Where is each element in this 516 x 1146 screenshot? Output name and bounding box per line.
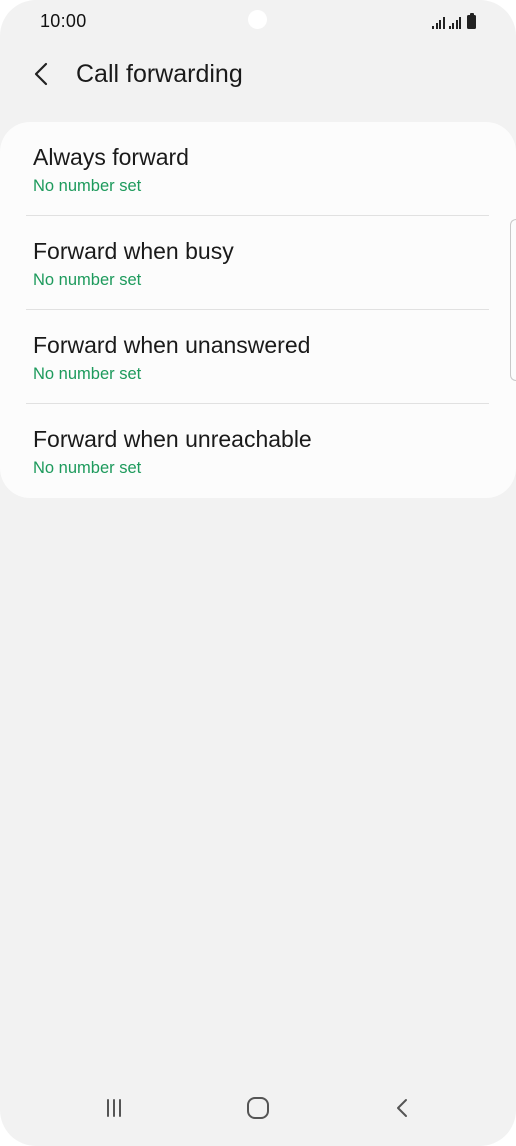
option-subtitle: No number set bbox=[33, 271, 142, 289]
back-button[interactable] bbox=[26, 58, 58, 90]
option-always-forward[interactable]: Always forward No number set bbox=[0, 122, 516, 216]
front-camera bbox=[248, 10, 267, 29]
nav-back-button[interactable] bbox=[379, 1088, 427, 1128]
option-forward-when-busy[interactable]: Forward when busy No number set bbox=[0, 216, 516, 310]
recent-apps-icon bbox=[107, 1099, 121, 1117]
phone-screen: 10:00 Call forwarding Always forward No … bbox=[0, 0, 516, 1146]
status-icons bbox=[432, 13, 476, 29]
signal-strength-icon bbox=[432, 16, 445, 29]
back-icon bbox=[397, 1099, 407, 1117]
status-time: 10:00 bbox=[40, 11, 87, 31]
battery-icon bbox=[467, 13, 476, 29]
forwarding-options-list: Always forward No number set Forward whe… bbox=[0, 122, 516, 498]
home-button[interactable] bbox=[234, 1088, 282, 1128]
option-subtitle: No number set bbox=[33, 177, 142, 195]
recent-apps-button[interactable] bbox=[90, 1088, 138, 1128]
option-subtitle: No number set bbox=[33, 459, 142, 477]
option-forward-when-unanswered[interactable]: Forward when unanswered No number set bbox=[0, 310, 516, 404]
option-title: Always forward bbox=[33, 144, 189, 170]
app-bar: Call forwarding bbox=[0, 52, 516, 98]
chevron-left-icon bbox=[34, 62, 48, 86]
navigation-bar bbox=[0, 1084, 516, 1146]
home-icon bbox=[247, 1097, 269, 1119]
option-subtitle: No number set bbox=[33, 365, 142, 383]
page-title: Call forwarding bbox=[76, 60, 243, 88]
option-title: Forward when busy bbox=[33, 238, 234, 264]
scrollbar[interactable] bbox=[510, 219, 516, 381]
option-title: Forward when unreachable bbox=[33, 426, 312, 452]
option-title: Forward when unanswered bbox=[33, 332, 311, 358]
status-bar: 10:00 bbox=[0, 0, 516, 44]
option-forward-when-unreachable[interactable]: Forward when unreachable No number set bbox=[0, 404, 516, 498]
signal-strength-icon-sim2 bbox=[448, 16, 461, 29]
